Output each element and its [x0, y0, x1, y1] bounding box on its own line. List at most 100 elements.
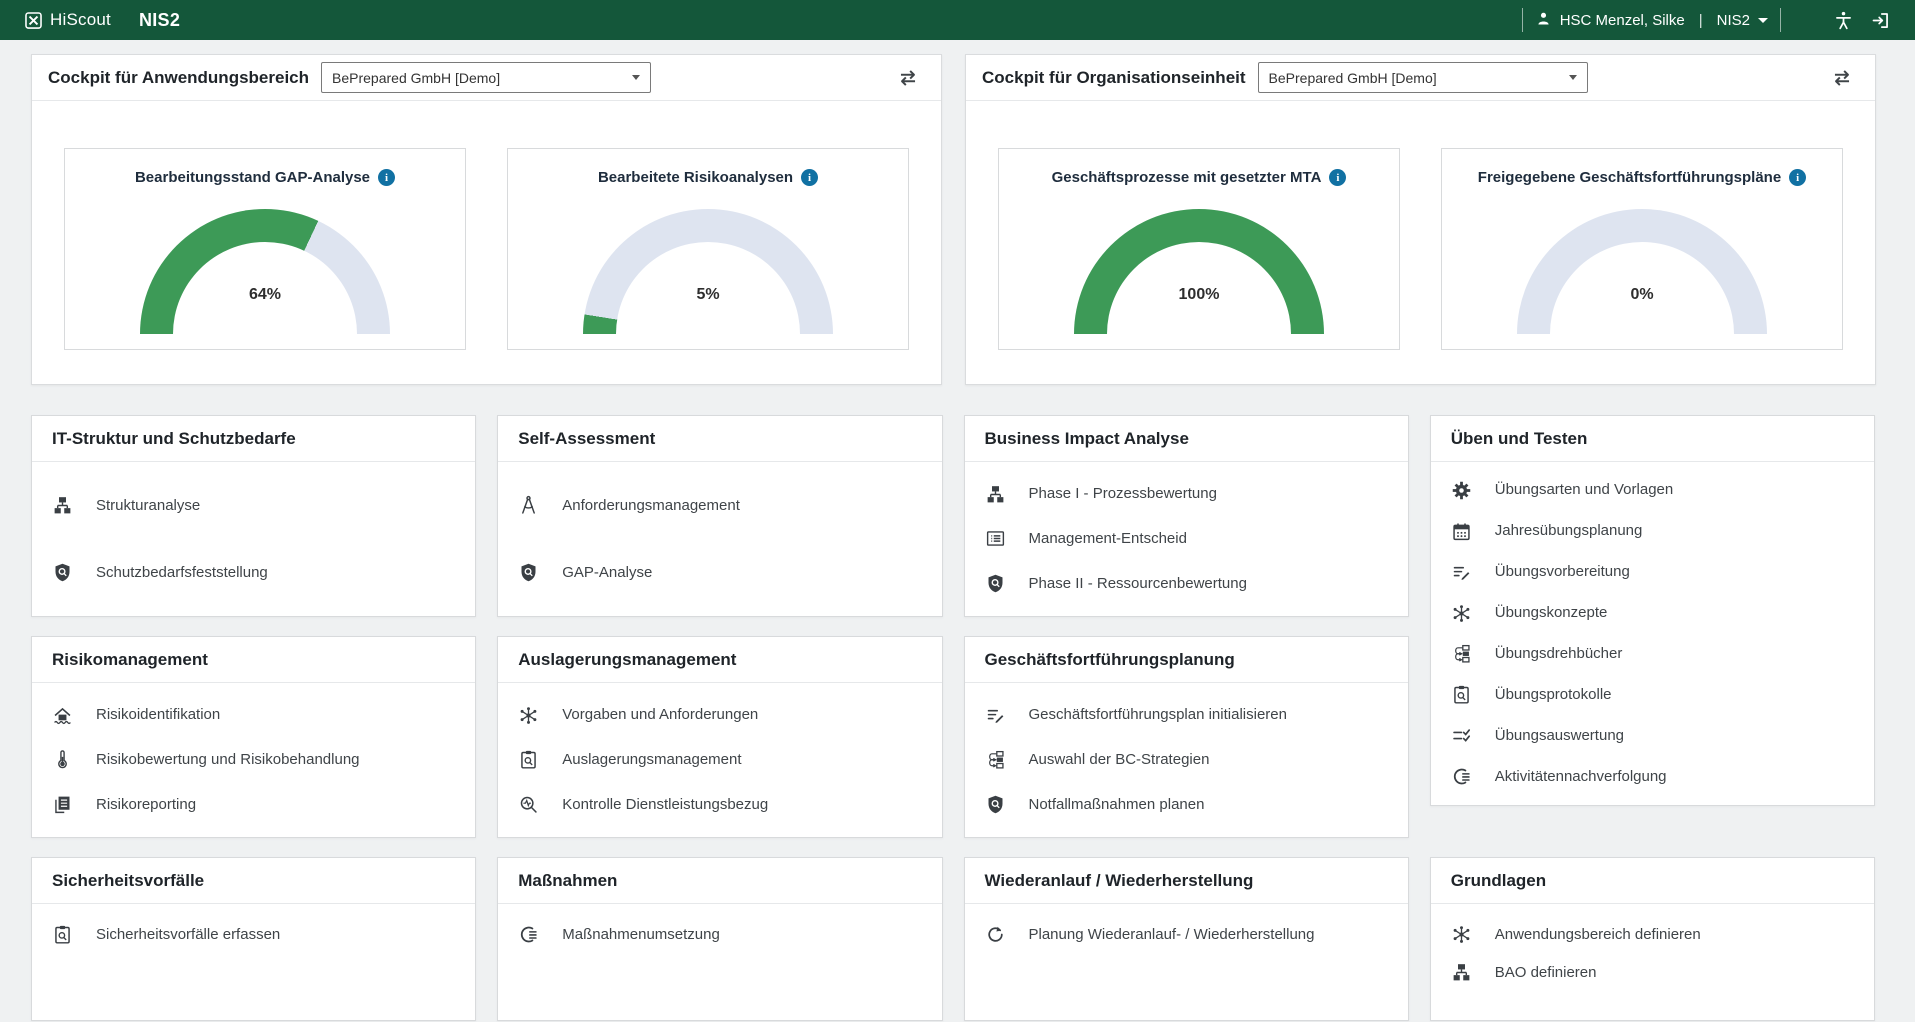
calendar-icon: [1451, 521, 1472, 542]
gauge-title: Geschäftsprozesse mit gesetzter MTA: [1052, 169, 1322, 186]
module-link[interactable]: Jahresübungsplanung: [1451, 521, 1854, 542]
module-link[interactable]: Risikoidentifikation: [52, 705, 455, 726]
info-icon[interactable]: i: [378, 169, 395, 186]
module-link[interactable]: Notfallmaßnahmen planen: [985, 794, 1388, 815]
flood-icon: [52, 705, 73, 726]
module-link[interactable]: Management-Entscheid: [985, 528, 1388, 549]
module-link[interactable]: Phase II - Ressourcenbewertung: [985, 573, 1388, 594]
gauge-card: Geschäftsprozesse mit gesetzter MTA i 10…: [998, 148, 1400, 350]
activity-trace-icon: [518, 924, 539, 945]
module-card-title: Sicherheitsvorfälle: [32, 858, 475, 904]
module-link-label: Kontrolle Dienstleistungsbezug: [562, 795, 768, 815]
accessibility-button[interactable]: [1831, 8, 1856, 33]
module-link[interactable]: GAP-Analyse: [518, 562, 921, 583]
user-icon: [1535, 10, 1552, 31]
module-link[interactable]: Vorgaben und Anforderungen: [518, 705, 921, 726]
module-link[interactable]: Übungsarten und Vorlagen: [1451, 480, 1854, 501]
module-card: Self-Assessment Anforderungsmanagement G…: [497, 415, 942, 617]
gauge-title: Bearbeitungsstand GAP-Analyse: [135, 169, 370, 186]
module-link-label: Phase II - Ressourcenbewertung: [1029, 574, 1247, 594]
module-link[interactable]: Sicherheitsvorfälle erfassen: [52, 924, 455, 945]
module-link[interactable]: Kontrolle Dienstleistungsbezug: [518, 794, 921, 815]
module-link[interactable]: Anwendungsbereich definieren: [1451, 924, 1854, 945]
cockpit-organisationseinheit-panel: Cockpit für Organisationseinheit BePrepa…: [965, 54, 1876, 385]
scope-select-value: BePrepared GmbH [Demo]: [1269, 70, 1569, 86]
user-name: HSC Menzel, Silke: [1560, 12, 1685, 29]
scope-select[interactable]: BePrepared GmbH [Demo]: [1258, 62, 1588, 93]
panel-title: Cockpit für Anwendungsbereich: [48, 68, 309, 88]
module-card: Business Impact Analyse Phase I - Prozes…: [964, 415, 1409, 617]
info-icon[interactable]: i: [1789, 169, 1806, 186]
info-icon[interactable]: i: [801, 169, 818, 186]
shield-search-icon: [985, 794, 1006, 815]
module-link-label: Auswahl der BC-Strategien: [1029, 750, 1210, 770]
module-link[interactable]: Strukturanalyse: [52, 495, 455, 516]
pipe-separator: |: [1697, 12, 1705, 29]
module-link[interactable]: Auslagerungsmanagement: [518, 749, 921, 770]
module-link[interactable]: Maßnahmenumsetzung: [518, 924, 921, 945]
list-edit-icon: [985, 705, 1006, 726]
module-card-title: Risikomanagement: [32, 637, 475, 683]
module-link[interactable]: Risikoreporting: [52, 794, 455, 815]
module-link[interactable]: Anforderungsmanagement: [518, 495, 921, 516]
user-menu[interactable]: HSC Menzel, Silke: [1535, 10, 1685, 31]
hiscout-logo[interactable]: HiScout: [24, 10, 111, 30]
module-link-label: Risikoidentifikation: [96, 705, 220, 725]
module-link-label: Geschäftsfortführungsplan initialisieren: [1029, 705, 1287, 725]
module-link[interactable]: Planung Wiederanlauf- / Wiederherstellun…: [985, 924, 1388, 945]
module-link[interactable]: Übungsprotokolle: [1451, 684, 1854, 705]
module-link[interactable]: Geschäftsfortführungsplan initialisieren: [985, 705, 1388, 726]
module-link[interactable]: Phase I - Prozessbewertung: [985, 484, 1388, 505]
module-link[interactable]: Übungsauswertung: [1451, 725, 1854, 746]
module-link[interactable]: Übungsvorbereitung: [1451, 562, 1854, 583]
module-link-label: Risikoreporting: [96, 795, 196, 815]
gear-icon: [1451, 480, 1472, 501]
info-icon[interactable]: i: [1329, 169, 1346, 186]
module-link[interactable]: Übungsdrehbücher: [1451, 643, 1854, 664]
module-link-label: Phase I - Prozessbewertung: [1029, 484, 1217, 504]
module-link[interactable]: Übungskonzepte: [1451, 603, 1854, 624]
module-link-label: Risikobewertung und Risikobehandlung: [96, 750, 360, 770]
gauge-card: Bearbeitungsstand GAP-Analyse i 64%: [64, 148, 466, 350]
module-link-label: Schutzbedarfsfeststellung: [96, 563, 268, 583]
report-docs-icon: [52, 794, 73, 815]
module-link-label: Übungskonzepte: [1495, 603, 1608, 623]
module-card-title: Üben und Testen: [1431, 416, 1874, 462]
module-link[interactable]: Schutzbedarfsfeststellung: [52, 562, 455, 583]
module-link-label: Notfallmaßnahmen planen: [1029, 795, 1205, 815]
module-card: Wiederanlauf / Wiederherstellung Planung…: [964, 857, 1409, 1021]
scope-select-value: BePrepared GmbH [Demo]: [332, 70, 632, 86]
clipboard-search-icon: [518, 749, 539, 770]
module-card: Geschäftsfortführungsplanung Geschäftsfo…: [964, 636, 1409, 838]
logout-button[interactable]: [1868, 8, 1893, 33]
context-dropdown[interactable]: NIS2: [1717, 12, 1768, 29]
swap-view-button[interactable]: [893, 63, 923, 93]
module-link[interactable]: Auswahl der BC-Strategien: [985, 749, 1388, 770]
swap-view-button[interactable]: [1827, 63, 1857, 93]
semicircle-gauge: 100%: [1074, 209, 1324, 334]
module-link[interactable]: Risikobewertung und Risikobehandlung: [52, 749, 455, 770]
brand-name: HiScout: [50, 10, 111, 30]
module-card: Sicherheitsvorfälle Sicherheitsvorfälle …: [31, 857, 476, 1021]
cockpit-panels: Cockpit für Anwendungsbereich BePrepared…: [31, 54, 1875, 385]
module-card: Maßnahmen Maßnahmenumsetzung: [497, 857, 942, 1021]
module-link-label: Anwendungsbereich definieren: [1495, 925, 1701, 945]
module-link[interactable]: Aktivitätennachverfolgung: [1451, 766, 1854, 787]
module-link-label: BAO definieren: [1495, 963, 1597, 983]
hub-icon: [1451, 603, 1472, 624]
module-card-title: Geschäftsfortführungsplanung: [965, 637, 1408, 683]
module-link-label: Vorgaben und Anforderungen: [562, 705, 758, 725]
module-card-title: IT-Struktur und Schutzbedarfe: [32, 416, 475, 462]
scope-select[interactable]: BePrepared GmbH [Demo]: [321, 62, 651, 93]
module-card-title: Business Impact Analyse: [965, 416, 1408, 462]
module-link-label: Anforderungsmanagement: [562, 496, 740, 516]
semicircle-gauge: 64%: [140, 209, 390, 334]
module-link-label: Übungsprotokolle: [1495, 685, 1612, 705]
module-card-title: Maßnahmen: [498, 858, 941, 904]
list-checks-icon: [1451, 725, 1472, 746]
module-card-title: Grundlagen: [1431, 858, 1874, 904]
hub-icon: [1451, 924, 1472, 945]
compass-icon: [518, 495, 539, 516]
gauge-title: Freigegebene Geschäftsfortführungspläne: [1478, 169, 1781, 186]
module-link[interactable]: BAO definieren: [1451, 962, 1854, 983]
